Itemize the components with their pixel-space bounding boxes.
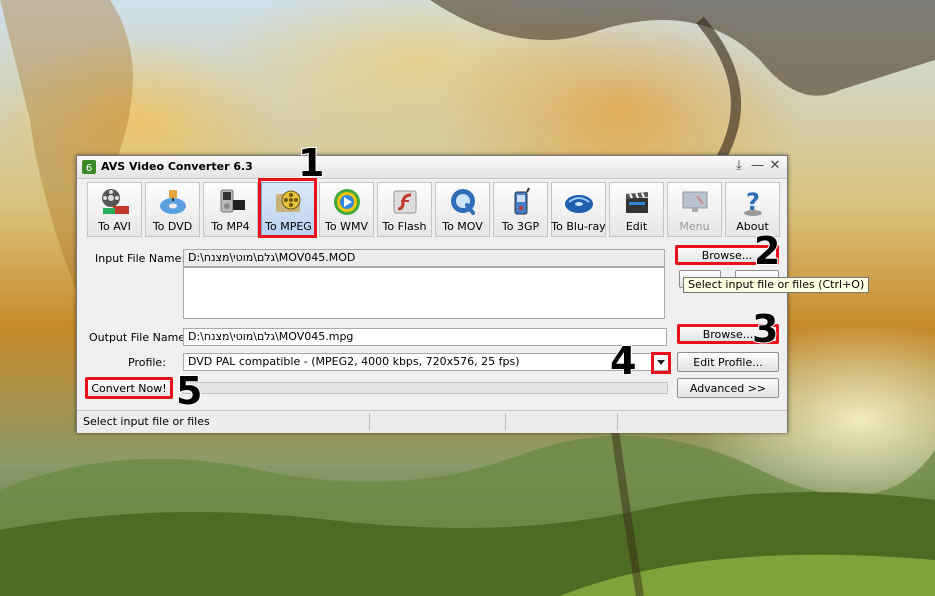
convert-now-button[interactable]: Convert Now! (85, 377, 173, 399)
profile-dropdown-button[interactable] (651, 352, 671, 374)
to-dvd-button[interactable]: To DVD (145, 182, 200, 237)
tool-label: Edit (625, 220, 648, 233)
quicktime-icon (450, 189, 475, 215)
close-button[interactable]: ✕ (769, 158, 781, 174)
profile-value: DVD PAL compatible - (MPEG2, 4000 kbps, … (188, 355, 520, 368)
annotation-number-2: 2 (753, 229, 781, 273)
status-divider (505, 413, 506, 430)
tool-label: To Flash (382, 220, 427, 233)
to-flash-button[interactable]: To Flash (377, 182, 432, 237)
tool-label: To Blu-ray (551, 220, 606, 233)
edit-button[interactable]: Edit (609, 182, 664, 237)
status-bar: Select input file or files (77, 410, 787, 433)
minimize-button[interactable]: — (751, 158, 764, 174)
input-file-list[interactable] (183, 267, 665, 319)
dvd-disc-icon (159, 190, 186, 214)
chevron-down-icon (657, 360, 665, 365)
annotation-number-1: 1 (297, 141, 325, 185)
film-avi-icon (101, 189, 129, 214)
mobile-phone-icon (514, 187, 530, 215)
edit-profile-button[interactable]: Edit Profile... (677, 352, 779, 372)
browse-tooltip: Select input file or files (Ctrl+O) (683, 277, 870, 293)
menu-button[interactable]: Menu (667, 182, 722, 237)
to-mov-button[interactable]: To MOV (435, 182, 490, 237)
tool-label: To WMV (325, 220, 368, 233)
to-wmv-button[interactable]: To WMV (319, 182, 374, 237)
status-divider (617, 413, 618, 430)
mp4-player-icon (220, 189, 245, 213)
pin-icon[interactable]: ⤓ (733, 158, 745, 174)
flash-icon (393, 190, 416, 214)
window-title: AVS Video Converter 6.3 (101, 160, 253, 173)
input-file-field[interactable]: D:\גלם\מוטי\מצנח\MOV045.MOD (183, 249, 665, 267)
annotation-number-4: 4 (609, 339, 637, 383)
svg-text:6: 6 (86, 163, 92, 174)
title-bar[interactable]: 6 AVS Video Converter 6.3 ⤓ — ✕ (77, 156, 787, 179)
annotation-number-3: 3 (751, 307, 779, 351)
tool-label: To AVI (98, 220, 131, 233)
advanced-button[interactable]: Advanced >> (677, 378, 779, 398)
tool-label: To DVD (152, 220, 193, 233)
to-3gp-button[interactable]: To 3GP (493, 182, 548, 237)
input-file-label: Input File Name: (95, 252, 186, 265)
to-avi-button[interactable]: To AVI (87, 182, 142, 237)
wmv-play-icon (333, 189, 360, 215)
profile-label: Profile: (128, 356, 166, 369)
conversion-progress-bar (182, 382, 668, 394)
format-toolbar: To AVI To DVD To MP4 To MPEG To WMV To F… (87, 182, 780, 238)
bluray-icon (564, 195, 593, 213)
tool-label: To 3GP (501, 220, 540, 233)
annotation-number-5: 5 (175, 369, 203, 413)
output-file-field[interactable]: D:\גלם\מוטי\מצנח\MOV045.mpg (183, 328, 667, 346)
menu-screen-icon (682, 191, 707, 212)
clapperboard-icon (625, 192, 648, 213)
help-icon: ? (743, 188, 762, 216)
highlight-to-mpeg (258, 178, 317, 238)
profile-combo[interactable]: DVD PAL compatible - (MPEG2, 4000 kbps, … (183, 353, 669, 371)
tool-label: To MP4 (211, 220, 250, 233)
output-file-label: Output File Name: (89, 331, 189, 344)
app-logo-icon: 6 (82, 160, 96, 174)
tool-label: To MOV (442, 220, 483, 233)
to-bluray-button[interactable]: To Blu-ray (551, 182, 606, 237)
status-divider (369, 413, 370, 430)
tool-label: Menu (679, 220, 710, 233)
status-text: Select input file or files (83, 415, 210, 428)
to-mp4-button[interactable]: To MP4 (203, 182, 258, 237)
